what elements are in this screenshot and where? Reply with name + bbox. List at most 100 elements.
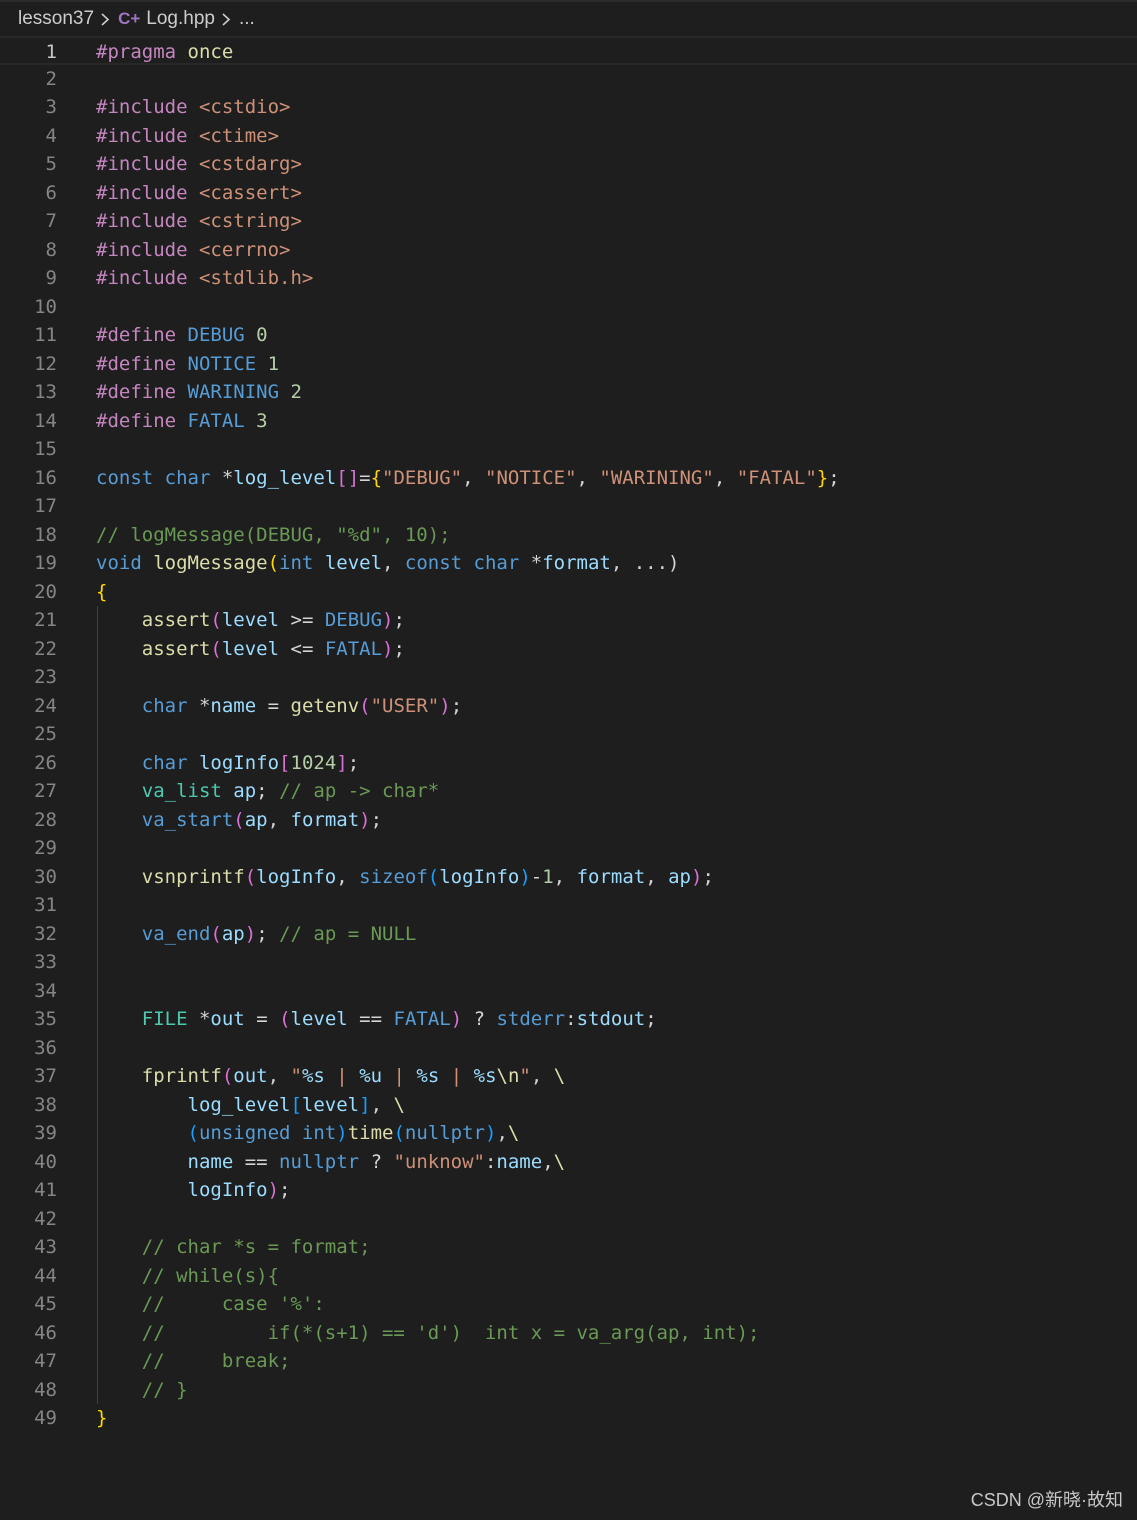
code-line[interactable]: 38 log_level[level], \ xyxy=(0,1091,1137,1120)
breadcrumb-folder[interactable]: lesson37 xyxy=(18,8,94,30)
code-line[interactable]: 21 assert(level >= DEBUG); xyxy=(0,606,1137,635)
code-token: // if(*(s+1) == 'd') int x = va_arg(ap, … xyxy=(141,1321,760,1344)
code-token: ap xyxy=(233,780,257,802)
code-text: // while(s){ xyxy=(96,1262,279,1291)
code-token: <cstring> xyxy=(198,210,302,232)
code-line[interactable]: 4 #include <ctime> xyxy=(0,122,1137,151)
code-line[interactable]: 27 va_list ap; // ap -> char* xyxy=(0,777,1137,806)
code-line[interactable]: 45 // case '%': xyxy=(0,1290,1137,1319)
code-token: == xyxy=(244,1150,280,1173)
line-number: 37 xyxy=(34,1065,57,1087)
code-line[interactable]: 19 void logMessage(int level, const char … xyxy=(0,549,1137,578)
code-token: * xyxy=(530,552,543,574)
code-line[interactable]: 37 fprintf(out, "%s | %u | %s | %s\n", \ xyxy=(0,1062,1137,1091)
code-line[interactable]: 14 #define FATAL 3 xyxy=(0,407,1137,436)
code-token: void xyxy=(96,552,154,574)
code-token: [ xyxy=(279,751,291,774)
code-token: = xyxy=(256,1008,280,1030)
code-token: WARINING xyxy=(187,381,291,403)
code-editor[interactable]: 1 #pragma once 2 3 #include <cstdio> 4 #includ… xyxy=(0,36,1137,1433)
code-token: vsnprintf xyxy=(141,865,245,888)
code-token: once xyxy=(187,41,234,63)
cpp-file-icon: C+ xyxy=(118,9,141,28)
code-line[interactable]: 22 assert(level <= FATAL); xyxy=(0,635,1137,664)
code-line[interactable]: 17 xyxy=(0,492,1137,521)
code-line[interactable]: 24 char *name = getenv("USER"); xyxy=(0,692,1137,721)
code-line[interactable]: 28 va_start(ap, format); xyxy=(0,806,1137,835)
breadcrumb: lesson37 C+ Log.hpp ... xyxy=(0,0,1137,38)
code-token: , xyxy=(462,466,486,489)
code-line[interactable]: 20 { xyxy=(0,578,1137,607)
code-line[interactable]: 15 xyxy=(0,435,1137,464)
code-line[interactable]: 2 xyxy=(0,65,1137,94)
code-token: | xyxy=(439,1065,474,1087)
code-token: FILE xyxy=(141,1008,199,1030)
code-token: #include xyxy=(96,267,199,289)
code-line[interactable]: 13 #define WARINING 2 xyxy=(0,378,1137,407)
code-token: * xyxy=(198,694,211,717)
code-token: DEBUG xyxy=(187,324,257,346)
code-line[interactable]: 11 #define DEBUG 0 xyxy=(0,321,1137,350)
code-line[interactable]: 29 xyxy=(0,834,1137,863)
code-line[interactable]: 48 // } xyxy=(0,1376,1137,1405)
code-line[interactable]: 44 // while(s){ xyxy=(0,1262,1137,1291)
code-line[interactable]: 3 #include <cstdio> xyxy=(0,93,1137,122)
code-line[interactable]: 47 // break; xyxy=(0,1347,1137,1376)
line-number: 33 xyxy=(34,951,57,973)
code-text: // logMessage(DEBUG, "%d", 10); xyxy=(96,521,451,550)
code-line[interactable]: 39 (unsigned int)time(nullptr),\ xyxy=(0,1119,1137,1148)
code-line[interactable]: 26 char logInfo[1024]; xyxy=(0,749,1137,778)
code-token: ) xyxy=(690,865,703,888)
code-line[interactable]: 18 // logMessage(DEBUG, "%d", 10); xyxy=(0,521,1137,550)
line-number: 45 xyxy=(34,1293,57,1315)
code-token: level xyxy=(301,1093,360,1116)
code-token: <cerrno> xyxy=(198,238,291,261)
line-number: 29 xyxy=(34,837,57,859)
code-line[interactable]: 35 FILE *out = (level == FATAL) ? stderr… xyxy=(0,1005,1137,1034)
code-text: // break; xyxy=(96,1347,291,1376)
code-line[interactable]: 25 xyxy=(0,720,1137,749)
code-text: { xyxy=(96,578,107,607)
code-token: ? xyxy=(462,1008,497,1030)
code-line[interactable]: 31 xyxy=(0,891,1137,920)
code-line[interactable]: 41 logInfo); xyxy=(0,1176,1137,1205)
code-token: format xyxy=(576,865,646,888)
breadcrumb-more[interactable]: ... xyxy=(239,8,255,30)
code-text: #include <cerrno> xyxy=(96,236,290,265)
code-token: // case '%': xyxy=(141,1293,325,1315)
code-token: char xyxy=(141,694,199,717)
code-line[interactable]: 32 va_end(ap); // ap = NULL xyxy=(0,920,1137,949)
breadcrumb-file[interactable]: Log.hpp xyxy=(146,8,215,30)
line-number: 16 xyxy=(34,466,57,489)
code-token: #define xyxy=(96,324,188,346)
code-line[interactable]: 34 xyxy=(0,977,1137,1006)
code-line[interactable]: 40 name == nullptr ? "unknow":name,\ xyxy=(0,1148,1137,1177)
code-line[interactable]: 30 vsnprintf(logInfo, sizeof(logInfo)-1,… xyxy=(0,863,1137,892)
code-token: name xyxy=(210,694,268,717)
code-line[interactable]: 12 #define NOTICE 1 xyxy=(0,350,1137,379)
code-line[interactable]: 49} xyxy=(0,1404,1137,1433)
code-line[interactable]: 23 xyxy=(0,663,1137,692)
code-line[interactable]: 9 #include <stdlib.h> xyxy=(0,264,1137,293)
code-line[interactable]: 16 const char *log_level[]={"DEBUG", "NOT… xyxy=(0,464,1137,493)
code-line[interactable]: 6 #include <cassert> xyxy=(0,179,1137,208)
code-line[interactable]: 43 // char *s = format; xyxy=(0,1233,1137,1262)
code-line[interactable]: 1 #pragma once xyxy=(0,36,1137,65)
code-line[interactable]: 5 #include <cstdarg> xyxy=(0,150,1137,179)
code-token: level xyxy=(324,552,383,574)
code-line[interactable]: 36 xyxy=(0,1034,1137,1063)
code-line[interactable]: 8 #include <cerrno> xyxy=(0,236,1137,265)
code-token: " xyxy=(519,1065,531,1087)
chevron-right-icon xyxy=(100,10,110,29)
line-number: 27 xyxy=(34,780,57,802)
code-token: = xyxy=(359,466,371,489)
code-line[interactable]: 10 xyxy=(0,293,1137,322)
watermark: CSDN @新晓·故知 xyxy=(970,1490,1123,1510)
code-token: FATAL xyxy=(187,409,257,432)
code-line[interactable]: 46 // if(*(s+1) == 'd') int x = va_arg(a… xyxy=(0,1319,1137,1348)
code-line[interactable]: 33 xyxy=(0,948,1137,977)
code-line[interactable]: 7 #include <cstring> xyxy=(0,207,1137,236)
code-token: // break; xyxy=(141,1350,291,1372)
code-line[interactable]: 42 xyxy=(0,1205,1137,1234)
